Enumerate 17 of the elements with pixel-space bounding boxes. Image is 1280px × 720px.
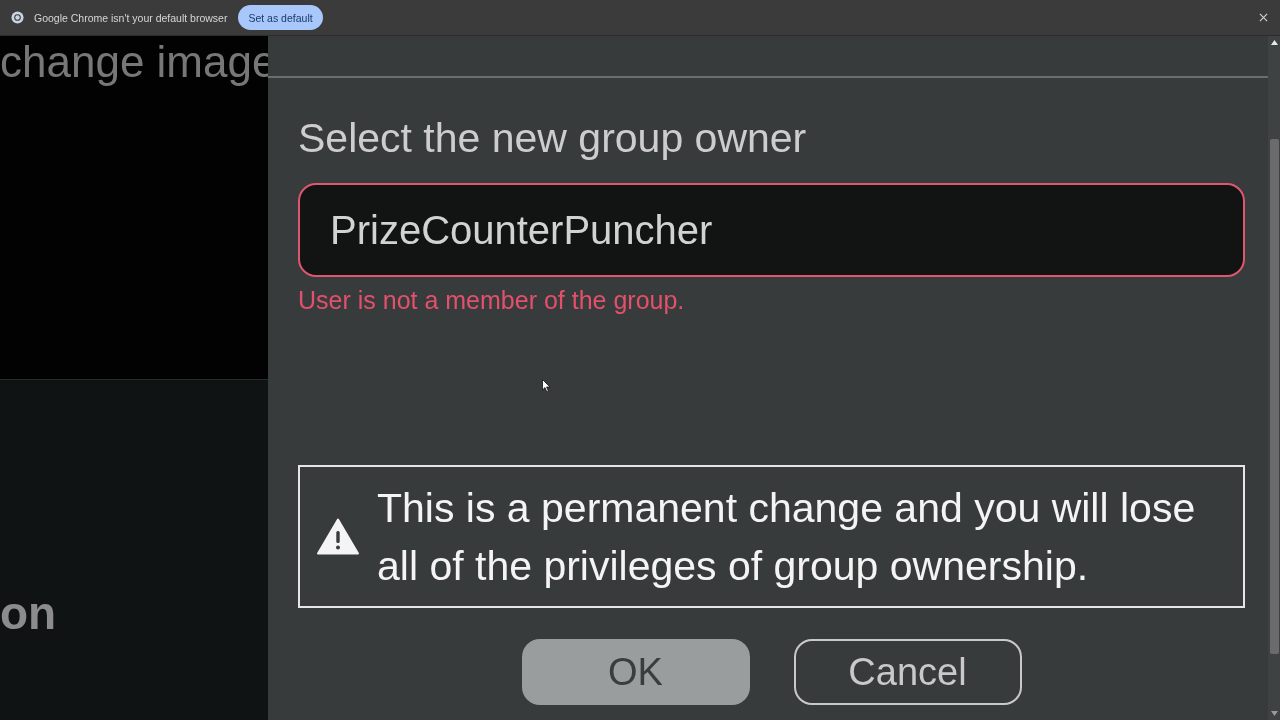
close-icon[interactable]	[1259, 13, 1268, 22]
scroll-down-icon[interactable]	[1270, 711, 1278, 716]
error-message: User is not a member of the group.	[298, 285, 685, 315]
owner-input-field[interactable]: PrizeCounterPuncher	[298, 183, 1245, 277]
scroll-up-icon[interactable]	[1270, 40, 1278, 45]
browser-logo-icon	[11, 11, 24, 24]
mouse-pointer-icon	[542, 379, 551, 393]
scrollbar[interactable]	[1268, 36, 1280, 720]
warning-message: This is a permanent change and you will lose all of the privileges of group ownership.	[377, 483, 1197, 591]
cancel-button[interactable]: Cancel	[793, 639, 1022, 705]
warning-icon	[317, 518, 359, 555]
notification-message: Google Chrome isn't your default browser	[34, 11, 228, 24]
dialog-title: Select the new group owner	[298, 114, 807, 162]
page-label: on	[0, 590, 57, 636]
scrollbar-thumb[interactable]	[1269, 139, 1279, 654]
set-default-button[interactable]: Set as default	[238, 5, 323, 30]
ok-button[interactable]: OK	[521, 639, 750, 705]
